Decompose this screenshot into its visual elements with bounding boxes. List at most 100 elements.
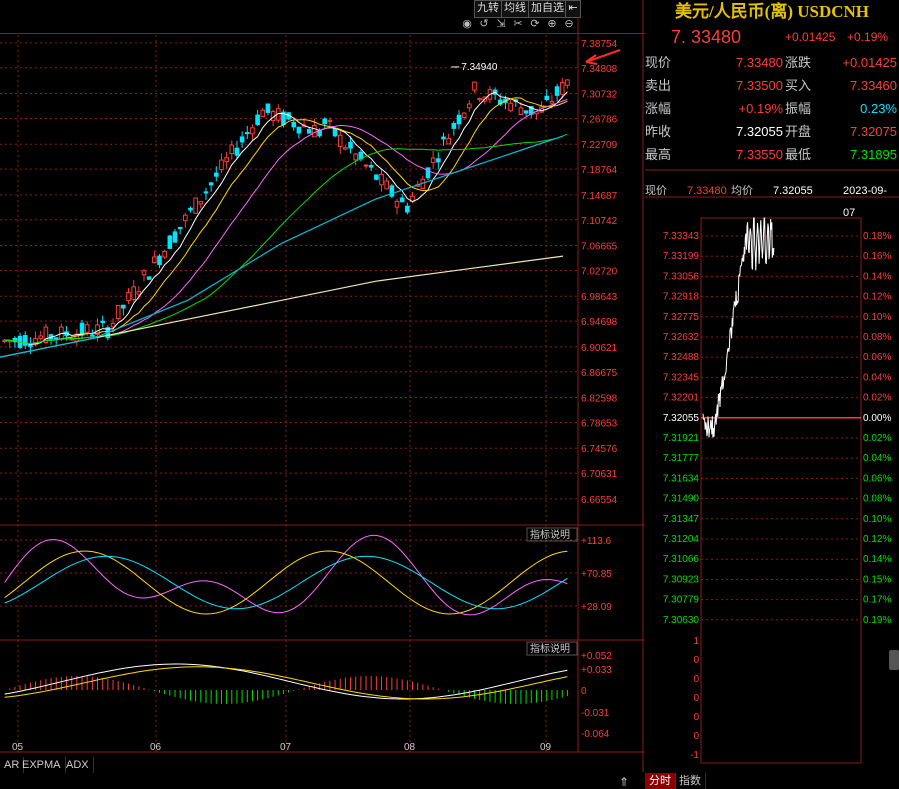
intraday-right-tick: 0.02% [863, 433, 891, 444]
tab-expma[interactable]: EXPMA [18, 757, 66, 773]
y-tick-label: 6.74576 [581, 444, 618, 455]
candle-body [322, 118, 328, 125]
intraday-left-tick: 7.33056 [663, 271, 700, 282]
candle-body [219, 159, 224, 171]
y-tick-label: 6.98643 [581, 292, 618, 303]
intraday-right-tick: 0.17% [863, 595, 891, 606]
intraday-left-tick: 7.31490 [663, 494, 700, 505]
candle-body [229, 144, 235, 155]
intraday-left-tick: 7.32918 [663, 292, 700, 303]
volume-tick: 1 [693, 636, 699, 647]
ma-long-line [0, 255, 564, 358]
y-tick-label: 7.34808 [581, 64, 618, 75]
undo-icon[interactable]: ↺ [478, 18, 490, 30]
indicator-info-label: 指标说明 [530, 528, 570, 541]
intraday-right-tick: 0.15% [863, 574, 891, 585]
candle-body [523, 110, 529, 114]
tab-index[interactable]: 指数 [675, 773, 706, 789]
y-tick-label: 6.94698 [581, 317, 618, 328]
intraday-left-tick: 7.32345 [663, 372, 700, 383]
intraday-right-tick: 0.18% [863, 231, 891, 242]
y-tick-label: 7.14687 [581, 191, 618, 202]
intraday-left-tick: 7.31634 [663, 473, 700, 484]
indicator-info-label: 指标说明 [530, 642, 570, 655]
osc1-tick: +28.09 [581, 602, 612, 613]
candle-body [312, 124, 317, 138]
x-tick-label: 06 [150, 742, 162, 753]
candle-body [183, 214, 188, 222]
candle-body [472, 81, 477, 91]
candle-body [126, 292, 131, 301]
add-watch-button[interactable]: 加自选 [528, 0, 567, 18]
refresh-icon[interactable]: ⟳ [529, 18, 541, 30]
intraday-left-tick: 7.31921 [663, 433, 700, 444]
candle-body [131, 286, 136, 300]
candle-body [265, 103, 271, 113]
intraday-left-tick: 7.32632 [663, 332, 700, 343]
frame-line [0, 33, 645, 34]
volume-tick: 0 [693, 712, 699, 723]
candle-body [544, 95, 550, 100]
kline-svg[interactable]: 7.38754 7.34808 7.30732 7.26786 7.22709 7.187… [0, 0, 645, 772]
candle-body [425, 167, 431, 179]
intraday-right-tick: 0.06% [863, 473, 891, 484]
candle-body [379, 173, 384, 186]
candle-body [337, 134, 343, 147]
eye-icon[interactable]: ◉ [461, 18, 473, 30]
ma-line-button[interactable]: 均线 [501, 0, 529, 18]
intraday-svg[interactable]: 7.33343 0.18% 7.33199 0.16% 7.33056 0.14% 7.32… [645, 0, 899, 789]
candle-body [121, 304, 126, 309]
candle-body [327, 119, 333, 122]
high-annotation: 7.34940 [461, 62, 498, 73]
intraday-right-tick: 0.16% [863, 251, 891, 262]
y-tick-label: 6.86675 [581, 368, 618, 379]
y-tick-label: 7.38754 [581, 39, 618, 50]
scroll-handle[interactable] [889, 650, 899, 670]
candle-body [436, 158, 441, 163]
intraday-right-tick: 0.04% [863, 453, 891, 464]
candle-body [172, 231, 178, 243]
candle-body [260, 109, 266, 117]
intraday-left-tick: 7.31777 [663, 453, 700, 464]
tab-timeshare[interactable]: 分时 [645, 773, 676, 789]
candle-body [467, 103, 472, 109]
arrow-up-icon[interactable]: ⇑ [619, 775, 629, 789]
candle-body [368, 165, 374, 168]
candle-body [291, 121, 297, 128]
cut-icon[interactable]: ✂ [512, 18, 524, 30]
intraday-frame [700, 217, 862, 764]
candle-body [384, 180, 389, 190]
zoom-out-icon[interactable]: ⊖ [563, 18, 575, 30]
candle-body [167, 235, 173, 249]
candle-body [38, 335, 44, 339]
x-tick-label: 08 [404, 742, 416, 753]
osc2-tick: -0.031 [581, 708, 610, 719]
volume-tick: 0 [693, 674, 699, 685]
candle-body [456, 114, 462, 125]
candle-body [332, 127, 338, 137]
tab-adx[interactable]: ADX [62, 757, 94, 773]
candle-body [208, 182, 214, 186]
intraday-left-tick: 7.33343 [663, 231, 700, 242]
candle-body [363, 164, 369, 167]
candle-body [374, 174, 379, 180]
intraday-right-tick: 0.14% [863, 554, 891, 565]
osc1-tick: +70.85 [581, 569, 612, 580]
candle-body [461, 112, 467, 118]
candle-body [100, 320, 105, 323]
cursor-icon[interactable]: ⇲ [495, 18, 507, 30]
intraday-right-tick: 0.10% [863, 312, 891, 323]
candle-body [213, 172, 219, 177]
candle-body [250, 127, 255, 135]
zoom-in-icon[interactable]: ⊕ [546, 18, 558, 30]
y-tick-label: 7.30732 [581, 90, 618, 101]
y-tick-label: 7.18764 [581, 165, 618, 176]
intraday-right-tick: 0.08% [863, 494, 891, 505]
candle-body [198, 201, 204, 205]
back-icon[interactable]: ⇤ [565, 0, 581, 18]
candle-body [110, 322, 116, 328]
candle-body [224, 157, 229, 163]
kline-chart-area[interactable]: 7.38754 7.34808 7.30732 7.26786 7.22709 7.187… [0, 0, 645, 773]
nine-turn-button[interactable]: 九转 [474, 0, 502, 18]
candle-body [255, 114, 260, 126]
